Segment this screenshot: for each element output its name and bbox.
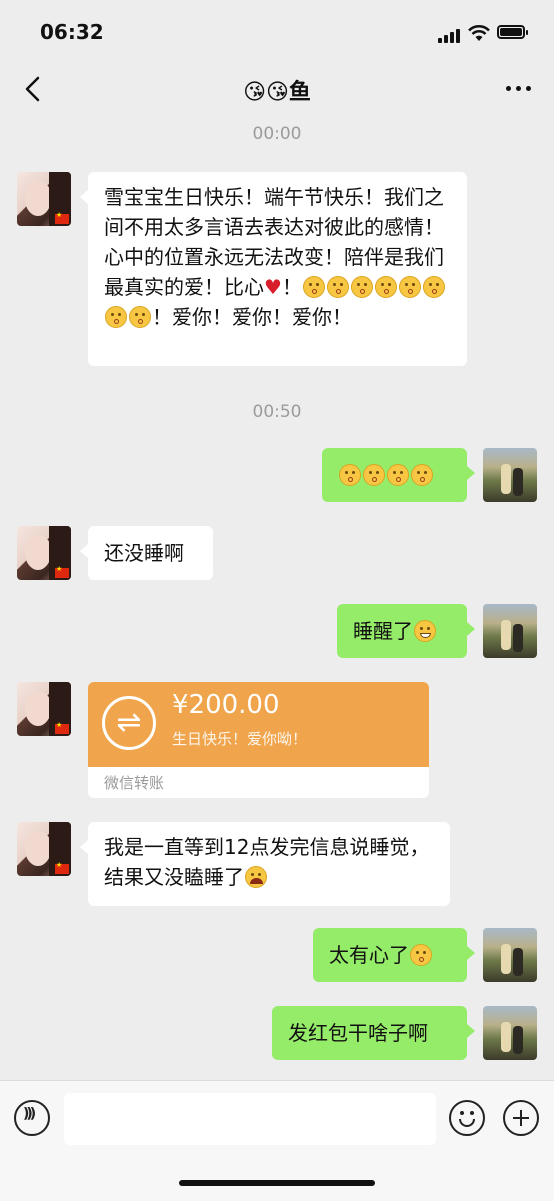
message-text: 还没睡啊 [104,541,184,565]
more-options-icon[interactable] [504,78,534,98]
transfer-header: ¥200.00 生日快乐！爱你呦！ [88,682,429,767]
kiss-emoji [350,276,373,298]
kiss-emoji [363,464,385,486]
plus-icon[interactable] [503,1100,539,1136]
my-avatar[interactable] [483,928,537,982]
status-time: 06:32 [40,20,104,44]
message-input[interactable] [64,1093,436,1145]
status-bar: 06:32 [0,0,554,60]
message-bubble[interactable]: 还没睡啊 [80,526,213,580]
message-bubble[interactable]: 太有心了 [313,928,475,982]
signal-icon [438,27,462,43]
kiss-emoji [326,276,349,298]
kiss-emoji [302,276,325,298]
kiss-emoji [129,306,151,328]
kiss-emoji [398,276,421,298]
home-indicator[interactable] [179,1180,375,1186]
message-text: 睡醒了 [353,619,413,643]
transfer-note: 生日快乐！爱你呦！ [172,730,308,748]
transfer-amount: ¥200.00 [172,690,280,720]
kiss-emoji [410,944,432,966]
grin-emoji [414,620,436,642]
contact-avatar[interactable] [17,822,71,876]
message-text: ！ [281,275,302,299]
contact-avatar[interactable] [17,526,71,580]
kiss-emoji [105,306,127,328]
message-text: ！爱你！爱你！爱你！ [152,305,352,329]
voice-input-icon[interactable] [14,1100,50,1136]
my-avatar[interactable] [483,448,537,502]
laugh-cry-emoji [245,866,267,888]
contact-avatar[interactable] [17,172,71,226]
transfer-card[interactable]: ¥200.00 生日快乐！爱你呦！ 微信转账 [88,682,429,798]
message-text: 发红包干啥子啊 [288,1021,428,1045]
chat-title: 😘😘鱼 [243,80,311,105]
kiss-emoji [422,276,445,298]
kiss-emoji [411,464,433,486]
heart-emoji: ♥ [264,275,282,299]
chat-header: 😘😘鱼 [0,60,554,118]
kiss-emoji [374,276,397,298]
transfer-icon [102,696,156,750]
kiss-emoji [339,464,361,486]
message-bubble[interactable]: 雪宝宝生日快乐！端午节快乐！我们之间不用太多言语去表达对彼此的感情！心中的位置永… [80,172,467,366]
contact-avatar[interactable] [17,682,71,736]
kiss-emoji [387,464,409,486]
timestamp: 00:00 [252,124,302,144]
timestamp: 00:50 [252,402,302,422]
battery-icon [497,25,528,39]
emoji-icon[interactable] [449,1100,485,1136]
message-bubble[interactable]: 发红包干啥子啊 [272,1006,475,1060]
my-avatar[interactable] [483,604,537,658]
my-avatar[interactable] [483,1006,537,1060]
transfer-label: 微信转账 [104,774,165,792]
wifi-icon [468,25,490,41]
message-bubble[interactable]: 睡醒了 [337,604,475,658]
message-text: 太有心了 [329,943,409,967]
message-text: 我是一直等到12点发完信息说睡觉，结果又没瞌睡了 [104,835,430,889]
message-bubble[interactable]: 我是一直等到12点发完信息说睡觉，结果又没瞌睡了 [80,822,450,906]
message-bubble[interactable] [322,448,475,502]
